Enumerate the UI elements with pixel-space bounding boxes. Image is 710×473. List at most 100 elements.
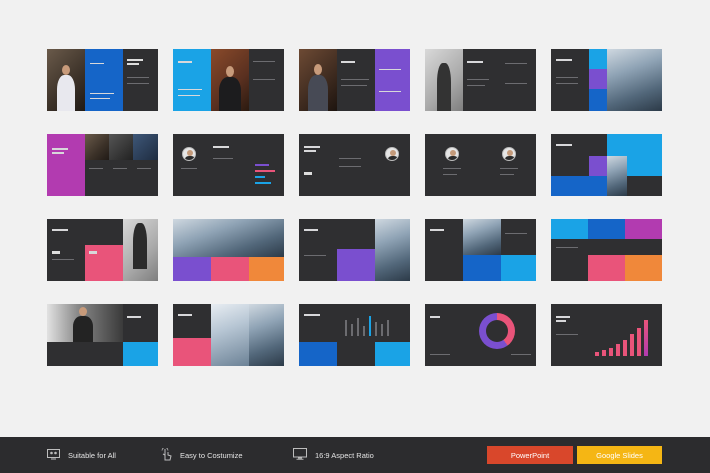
text-line <box>556 334 578 335</box>
text-line <box>52 251 60 254</box>
accent-panel <box>589 89 607 111</box>
slide-thumb-20[interactable] <box>551 304 662 366</box>
text-line <box>52 259 74 260</box>
text-line <box>304 229 318 231</box>
slide-thumb-14[interactable] <box>425 219 536 281</box>
text-line <box>467 85 485 86</box>
text-line <box>467 79 489 80</box>
accent-panel <box>589 49 607 69</box>
slide-photo <box>85 134 109 160</box>
avatar <box>182 147 196 161</box>
person-head <box>314 64 322 75</box>
slide-thumb-4[interactable] <box>425 49 536 111</box>
accent-panel <box>375 49 410 111</box>
text-line <box>505 233 527 234</box>
slide-thumb-1[interactable] <box>47 49 158 111</box>
feature-label: 16:9 Aspect Ratio <box>315 450 374 460</box>
text-line <box>341 85 367 86</box>
text-line <box>178 314 192 316</box>
accent-panel <box>85 49 123 111</box>
text-line <box>89 168 103 169</box>
text-line <box>467 61 483 63</box>
accent-panel <box>589 156 607 176</box>
accent-panel <box>463 255 501 281</box>
text-line <box>556 247 578 248</box>
touch-hand-icon <box>160 446 172 463</box>
slide-thumb-3[interactable] <box>299 49 410 111</box>
text-line <box>556 320 566 322</box>
person-figure <box>308 75 328 111</box>
text-line <box>181 168 197 169</box>
chart-bar <box>609 348 613 356</box>
progress-bar <box>255 182 271 184</box>
text-line <box>90 63 104 64</box>
person-figure <box>73 316 93 342</box>
feature-easy-to-customize: Easy to Costumize <box>160 437 243 473</box>
building-photo <box>375 219 410 281</box>
slide-thumb-6[interactable] <box>47 134 158 196</box>
donut-hole <box>486 320 508 342</box>
slide-thumb-7[interactable] <box>173 134 284 196</box>
text-line <box>556 83 578 84</box>
accent-panel <box>589 69 607 89</box>
accent-panel <box>551 219 588 239</box>
slide-thumb-9[interactable] <box>425 134 536 196</box>
slide-thumb-12[interactable] <box>173 219 284 281</box>
text-line <box>379 91 401 92</box>
text-line <box>127 77 149 78</box>
feature-label: Suitable for All <box>68 450 116 460</box>
text-line <box>213 158 233 159</box>
chart-bar <box>637 328 641 356</box>
accent-panel <box>588 255 625 281</box>
google-slides-button[interactable]: Google Slides <box>577 446 662 464</box>
powerpoint-button[interactable]: PowerPoint <box>487 446 573 464</box>
text-line <box>127 83 149 84</box>
feature-label: Easy to Costumize <box>180 450 243 460</box>
accent-panel <box>375 342 410 366</box>
text-line <box>505 83 527 84</box>
text-line <box>52 148 68 150</box>
accent-panel <box>173 338 211 366</box>
powerpoint-button-label: PowerPoint <box>510 450 550 460</box>
slide-thumb-11[interactable] <box>47 219 158 281</box>
slide-thumb-17[interactable] <box>173 304 284 366</box>
text-line <box>430 229 444 231</box>
building-photo <box>607 49 662 111</box>
chart-bar <box>616 344 620 356</box>
text-line <box>52 229 68 231</box>
text-line <box>511 354 531 355</box>
person-head <box>62 65 70 75</box>
text-line <box>90 93 114 94</box>
slide-thumb-10[interactable] <box>551 134 662 196</box>
slide-thumb-18[interactable] <box>299 304 410 366</box>
text-line <box>443 174 457 175</box>
chart-bar <box>369 316 371 336</box>
slide-thumb-15[interactable] <box>551 219 662 281</box>
progress-bar <box>255 170 275 172</box>
chart-bar <box>644 320 648 356</box>
slide-thumb-13[interactable] <box>299 219 410 281</box>
person-figure <box>57 75 75 111</box>
text-line <box>113 168 127 169</box>
text-line <box>341 61 355 63</box>
person-head <box>79 307 87 316</box>
accent-panel <box>211 257 249 281</box>
text-line <box>339 158 361 159</box>
text-line <box>127 316 141 318</box>
building-photo <box>249 304 284 366</box>
slide-thumb-16[interactable] <box>47 304 158 366</box>
slide-thumb-8[interactable] <box>299 134 410 196</box>
slide-thumb-5[interactable] <box>551 49 662 111</box>
accent-panel <box>123 342 158 366</box>
text-line <box>556 59 572 61</box>
chart-bar <box>602 350 606 356</box>
slide-thumb-2[interactable] <box>173 49 284 111</box>
text-line <box>127 59 143 61</box>
chart-bar <box>345 320 347 336</box>
text-line <box>137 168 151 169</box>
text-line <box>52 152 64 154</box>
chart-bar <box>375 322 377 336</box>
slide-thumb-19[interactable] <box>425 304 536 366</box>
building-photo <box>173 219 284 257</box>
avatar <box>445 147 459 161</box>
